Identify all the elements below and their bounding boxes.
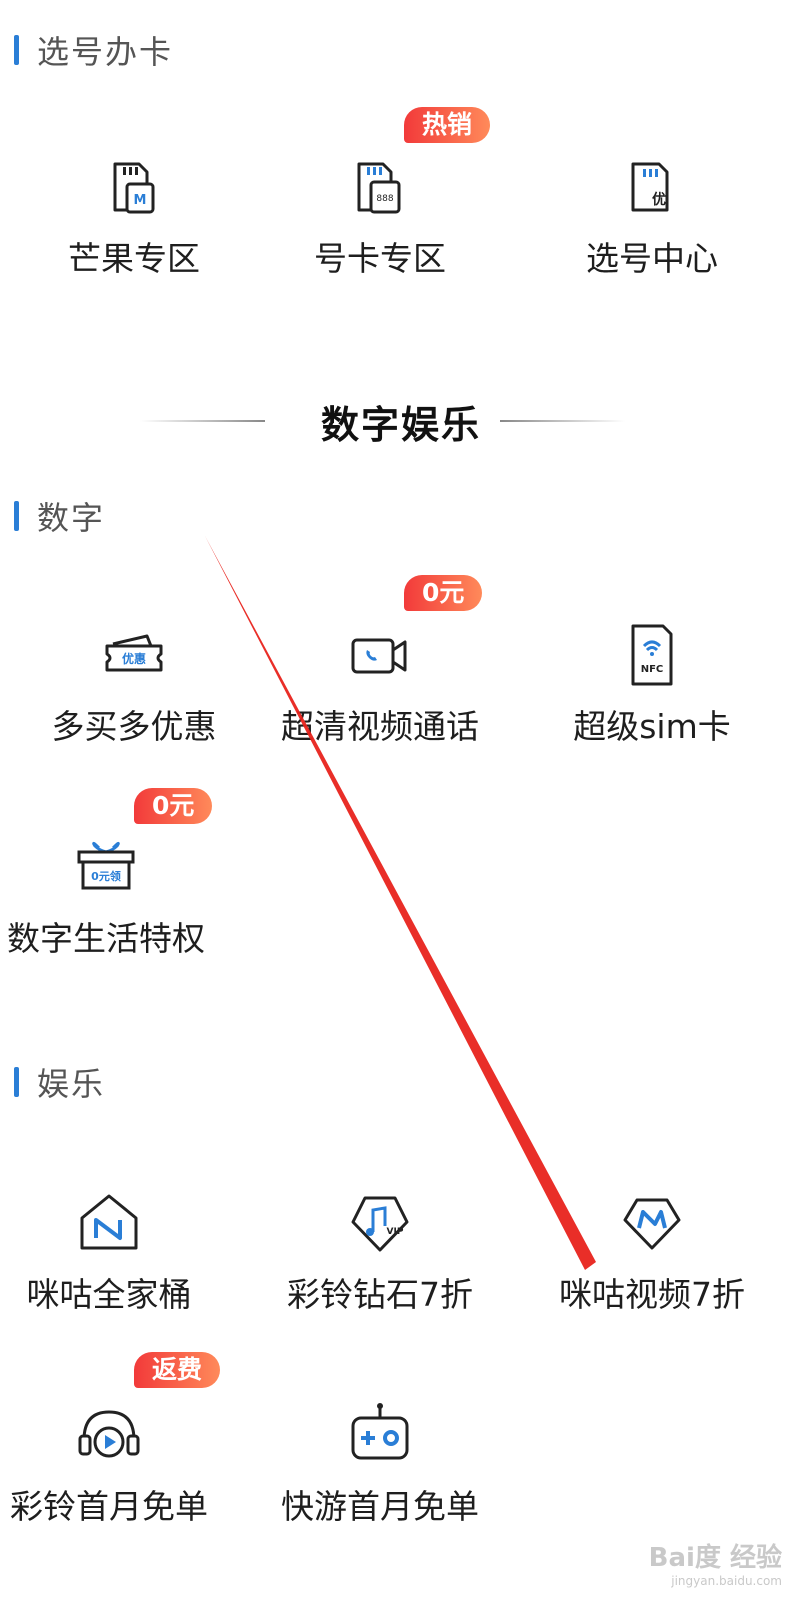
free-badge: 0元 xyxy=(134,788,213,824)
tile-mango-zone[interactable]: M 芒果专区 xyxy=(0,136,268,296)
tile-label: 超级sim卡 xyxy=(573,707,731,746)
tile-migu-bundle[interactable]: 咪咕全家桶 xyxy=(0,1172,243,1332)
tile-label: 多买多优惠 xyxy=(51,707,217,746)
coupon-icon: 优惠 xyxy=(99,620,169,690)
section-accent-bar xyxy=(14,501,19,531)
headphone-play-icon xyxy=(74,1400,144,1470)
heading-text: 数字娱乐 xyxy=(320,403,481,447)
section-accent-bar xyxy=(14,1067,19,1097)
watermark-logo: Bai度 经验 jingyan.baidu.com xyxy=(649,1537,782,1588)
number-selection-icon: 优 xyxy=(617,152,687,222)
section-title-card: 选号办卡 xyxy=(14,28,173,72)
tile-hd-video-call[interactable]: 超清视频通话 xyxy=(246,604,514,764)
mango-sim-icon: M xyxy=(99,152,169,222)
heading-divider-right xyxy=(500,420,625,422)
tile-label: 咪咕全家桶 xyxy=(26,1275,192,1314)
section-title-entertainment: 娱乐 xyxy=(14,1060,105,1104)
tile-label: 快游首月免单 xyxy=(281,1487,479,1526)
tile-ringtone-diamond[interactable]: VIP 彩铃钻石7折 xyxy=(246,1172,514,1332)
section-title-digital: 数字 xyxy=(14,494,105,538)
tile-label: 超清视频通话 xyxy=(281,707,479,746)
tile-quick-game-first-month-free[interactable]: 快游首月免单 xyxy=(246,1384,514,1544)
tile-buy-more-discount[interactable]: 优惠 多买多优惠 xyxy=(0,604,268,764)
hot-sale-badge: 热销 xyxy=(404,107,491,143)
tile-label: 芒果专区 xyxy=(68,239,200,278)
tile-label: 彩铃首月免单 xyxy=(10,1487,208,1526)
section-title-text: 娱乐 xyxy=(37,1065,106,1103)
svg-text:888: 888 xyxy=(376,194,393,204)
svg-text:0元领: 0元领 xyxy=(91,869,121,883)
section-accent-bar xyxy=(14,35,19,65)
svg-text:优: 优 xyxy=(652,191,666,208)
migu-home-icon xyxy=(74,1188,144,1258)
svg-text:NFC: NFC xyxy=(641,664,664,675)
number-card-icon: 888 xyxy=(345,152,415,222)
svg-text:M: M xyxy=(134,193,147,208)
section-title-text: 数字 xyxy=(37,499,106,537)
watermark-brand: Bai度 经验 xyxy=(648,1543,782,1573)
svg-text:优惠: 优惠 xyxy=(122,651,146,666)
nfc-sim-icon: NFC xyxy=(617,620,687,690)
section-title-text: 选号办卡 xyxy=(37,33,174,71)
tile-label: 咪咕视频7折 xyxy=(559,1275,745,1314)
tile-digital-life-privilege[interactable]: 0元领 数字生活特权 xyxy=(0,816,240,976)
digital-entertainment-heading: 数字娱乐 xyxy=(0,390,802,450)
tile-label: 号卡专区 xyxy=(314,239,446,278)
tile-number-selection-center[interactable]: 优 选号中心 xyxy=(518,136,786,296)
migu-video-icon xyxy=(617,1188,687,1258)
gift-box-icon: 0元领 xyxy=(71,832,141,902)
tile-migu-video[interactable]: 咪咕视频7折 xyxy=(518,1172,786,1332)
tile-label: 选号中心 xyxy=(586,239,718,278)
tile-label: 数字生活特权 xyxy=(7,919,205,958)
svg-text:VIP: VIP xyxy=(387,1227,404,1237)
video-call-icon xyxy=(345,620,415,690)
tile-label: 彩铃钻石7折 xyxy=(287,1275,473,1314)
tile-number-card-zone[interactable]: 888 号卡专区 xyxy=(246,136,514,296)
ringtone-vip-icon: VIP xyxy=(345,1188,415,1258)
tile-ringtone-first-month-free[interactable]: 彩铃首月免单 xyxy=(0,1384,243,1544)
free-badge: 0元 xyxy=(404,575,483,611)
rebate-badge: 返费 xyxy=(134,1352,221,1388)
watermark-url: jingyan.baidu.com xyxy=(671,1574,782,1588)
tile-super-sim[interactable]: NFC 超级sim卡 xyxy=(518,604,786,764)
gamepad-icon xyxy=(345,1400,415,1470)
